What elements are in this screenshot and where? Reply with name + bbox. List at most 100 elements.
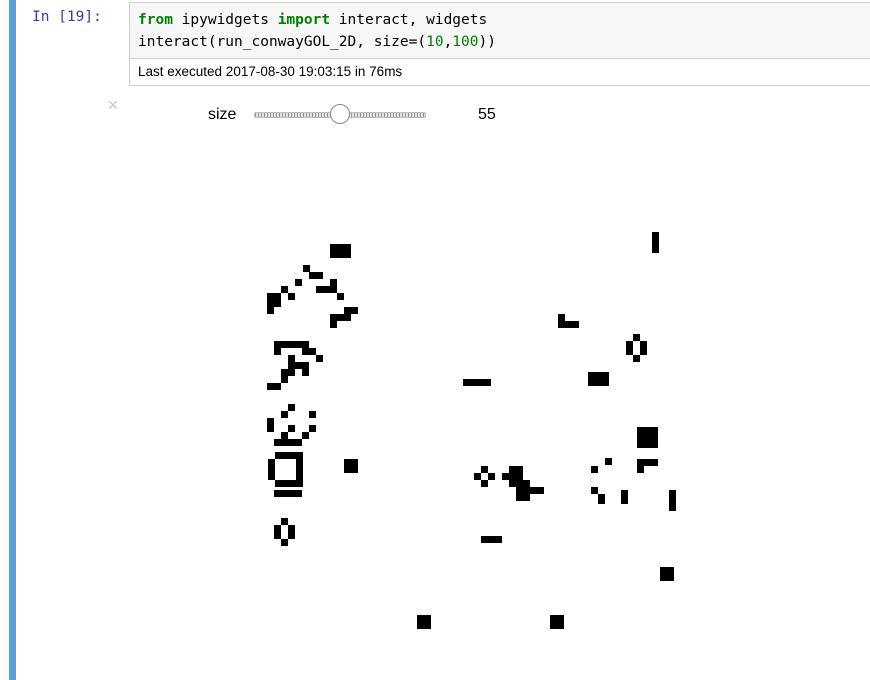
live-cell <box>351 307 358 314</box>
live-cell <box>516 466 523 473</box>
live-cell <box>302 348 309 355</box>
live-cell <box>309 348 316 355</box>
live-cell <box>295 490 302 497</box>
live-cell <box>557 615 564 622</box>
live-cell <box>626 341 633 348</box>
live-cell <box>651 434 658 441</box>
live-cell <box>288 362 295 369</box>
live-cell <box>516 494 523 501</box>
live-cell <box>626 348 633 355</box>
live-cell <box>289 480 296 487</box>
live-cell <box>274 383 281 390</box>
live-cell <box>281 432 288 439</box>
live-cell <box>268 473 275 480</box>
live-cell <box>274 490 281 497</box>
live-cell <box>488 536 495 543</box>
live-cell <box>477 379 484 386</box>
live-cell <box>268 466 275 473</box>
live-cell <box>281 411 288 418</box>
live-cell <box>652 246 659 253</box>
live-cell <box>424 622 431 629</box>
live-cell <box>288 355 295 362</box>
live-cell <box>667 567 674 574</box>
live-cell <box>282 480 289 487</box>
live-cell <box>275 452 282 459</box>
live-cell <box>481 466 488 473</box>
live-cell <box>296 473 303 480</box>
live-cell <box>288 341 295 348</box>
live-cell <box>602 372 609 379</box>
live-cell <box>316 286 323 293</box>
live-cell <box>316 355 323 362</box>
live-cell <box>344 459 351 466</box>
live-cell <box>267 293 274 300</box>
live-cell <box>557 622 564 629</box>
live-cell <box>296 459 303 466</box>
live-cell <box>281 376 288 383</box>
live-cell <box>651 427 658 434</box>
live-cell <box>295 362 302 369</box>
live-cell <box>595 379 602 386</box>
live-cell <box>344 244 351 251</box>
live-cell <box>463 379 470 386</box>
live-cell <box>302 362 309 369</box>
live-cell <box>417 615 424 622</box>
live-cell <box>274 439 281 446</box>
live-cell <box>295 279 302 286</box>
live-cell <box>344 314 351 321</box>
live-cell <box>660 567 667 574</box>
live-cell <box>268 459 275 466</box>
live-cell <box>481 480 488 487</box>
live-cell <box>633 334 640 341</box>
live-cell <box>644 427 651 434</box>
live-cell <box>288 293 295 300</box>
live-cell <box>337 244 344 251</box>
live-cell <box>309 272 316 279</box>
live-cell <box>274 293 281 300</box>
live-cell <box>488 473 495 480</box>
live-cell <box>651 441 658 448</box>
live-cell <box>274 525 281 532</box>
live-cell <box>484 379 491 386</box>
live-cell <box>523 480 530 487</box>
live-cell <box>281 439 288 446</box>
live-cell <box>474 473 481 480</box>
live-cell <box>652 232 659 239</box>
live-cell <box>637 441 644 448</box>
live-cell <box>537 487 544 494</box>
live-cell <box>288 532 295 539</box>
live-cell <box>667 574 674 581</box>
live-cell <box>330 286 337 293</box>
live-cell <box>637 459 644 466</box>
live-cell <box>591 487 598 494</box>
live-cell <box>550 622 557 629</box>
live-cell <box>550 615 557 622</box>
live-cell <box>633 355 640 362</box>
live-cell <box>344 251 351 258</box>
live-cell <box>424 615 431 622</box>
live-cell <box>660 574 667 581</box>
live-cell <box>302 341 309 348</box>
live-cell <box>344 307 351 314</box>
live-cell <box>351 459 358 466</box>
live-cell <box>523 487 530 494</box>
live-cell <box>303 265 310 272</box>
live-cell <box>651 459 658 466</box>
live-cell <box>330 244 337 251</box>
live-cell <box>267 383 274 390</box>
live-cell <box>644 441 651 448</box>
live-cell <box>316 272 323 279</box>
live-cell <box>274 348 281 355</box>
live-cell <box>267 425 274 432</box>
live-cell <box>289 452 296 459</box>
live-cell <box>470 379 477 386</box>
live-cell <box>523 494 530 501</box>
live-cell <box>309 425 316 432</box>
live-cell <box>296 480 303 487</box>
live-cell <box>621 490 628 497</box>
live-cell <box>288 425 295 432</box>
live-cell <box>281 341 288 348</box>
live-cell <box>267 300 274 307</box>
live-cell <box>288 490 295 497</box>
live-cell <box>595 372 602 379</box>
